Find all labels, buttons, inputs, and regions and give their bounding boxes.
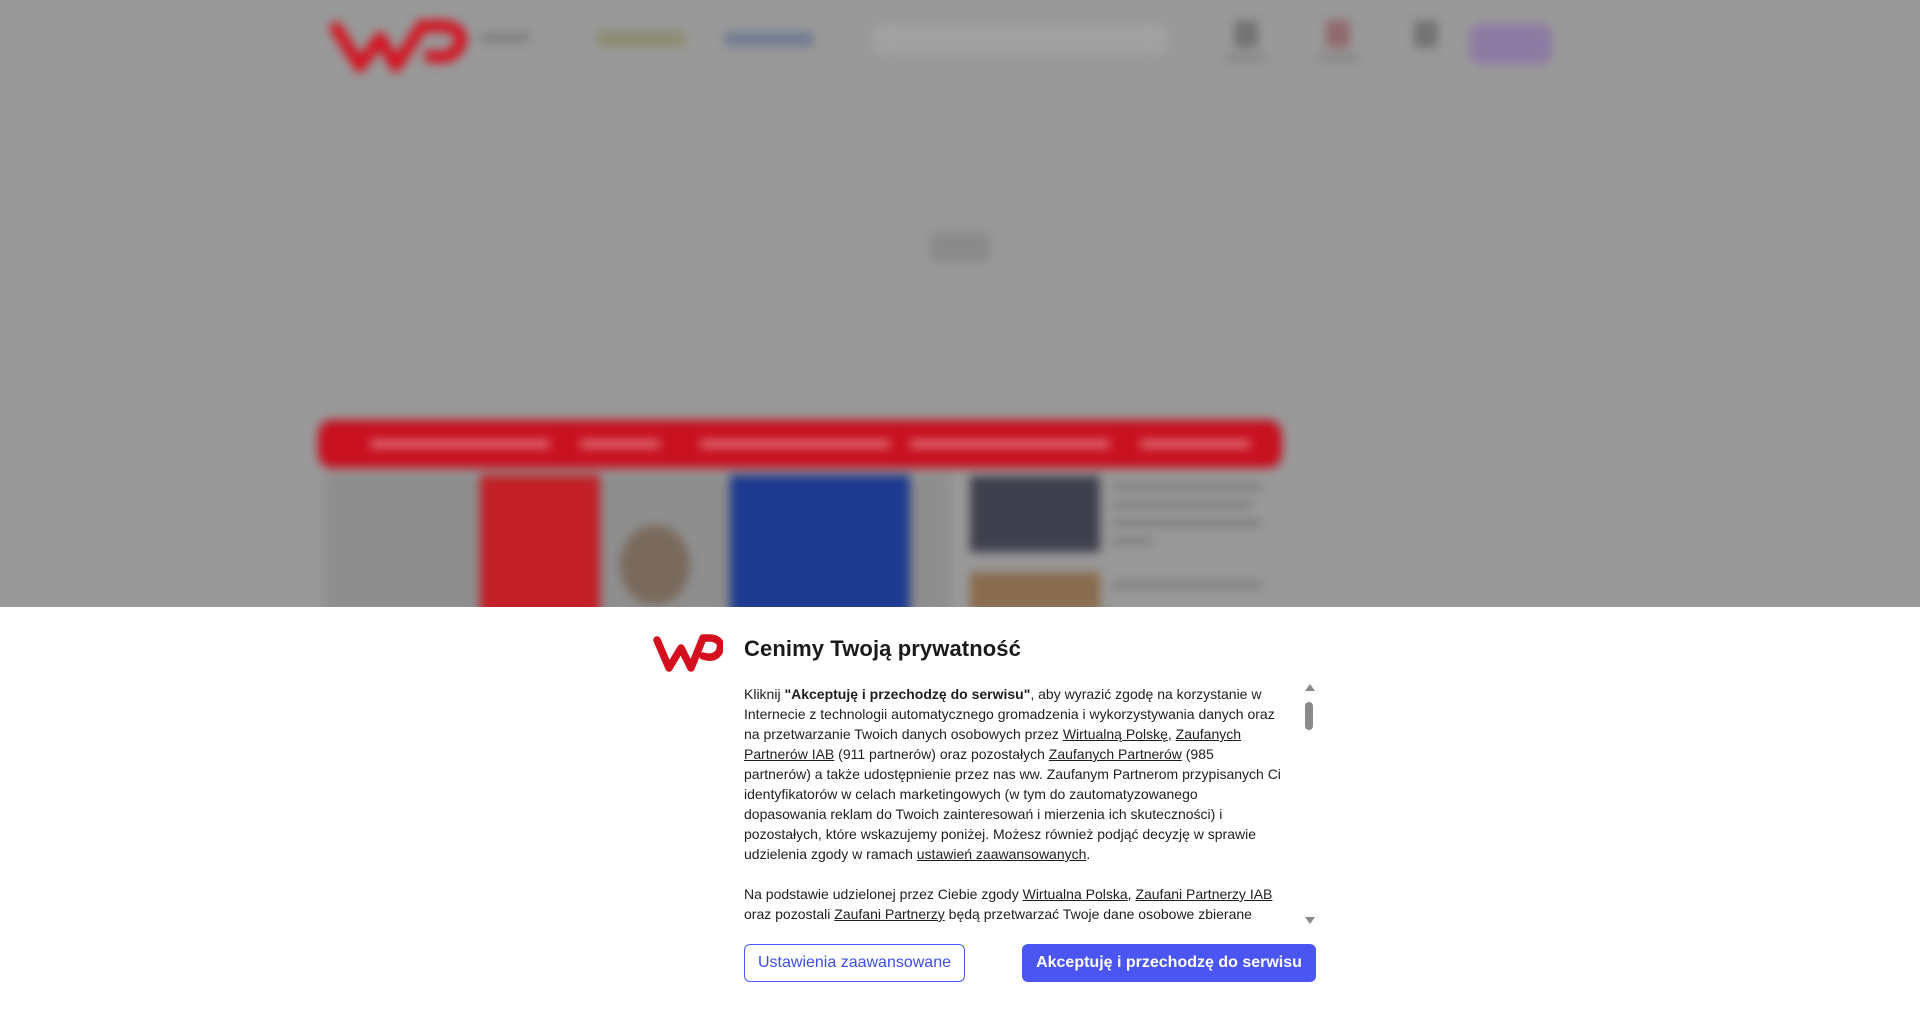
consent-title: Cenimy Twoją prywatność	[744, 636, 1021, 661]
text-fragment: będą przetwarzać Twoje dane osobowe zbie…	[944, 906, 1252, 922]
text-fragment: (985 partnerów) a także udostępnienie pr…	[744, 746, 1281, 862]
bg-news-line	[1112, 582, 1262, 588]
text-fragment: Na podstawie udzielonej przez Ciebie zgo…	[744, 886, 1023, 902]
text-fragment: (911 partnerów) oraz pozostałych	[834, 746, 1049, 762]
bg-ad-placeholder	[930, 232, 990, 262]
bg-nav-label	[1318, 56, 1358, 61]
link-wirtualna-polska-2[interactable]: Wirtualna Polska	[1023, 886, 1128, 902]
link-wirtualna-polska[interactable]: Wirtualną Polskę	[1063, 726, 1168, 742]
bg-hero-flag-eu	[730, 475, 910, 607]
bg-nav-icon-heart	[1326, 20, 1350, 48]
bg-currency-widget	[724, 32, 814, 46]
bg-news-line	[1112, 502, 1252, 508]
consent-text-scroll-area[interactable]: Kliknij "Akceptuję i przechodzę do serwi…	[744, 684, 1292, 924]
consent-text: Kliknij "Akceptuję i przechodzę do serwi…	[744, 684, 1284, 924]
accept-phrase-bold: "Akceptuję i przechodzę do serwisu"	[784, 686, 1031, 702]
link-advanced-settings[interactable]: ustawień zaawansowanych	[917, 846, 1087, 862]
background-page-blurred	[0, 0, 1920, 607]
background-wp-logo-icon	[330, 16, 470, 74]
consent-scrollbar[interactable]	[1302, 684, 1316, 924]
consent-paragraph-1: Kliknij "Akceptuję i przechodzę do serwi…	[744, 684, 1284, 864]
bg-news-thumb	[970, 572, 1100, 607]
accept-and-continue-button[interactable]: Akceptuję i przechodzę do serwisu	[1022, 944, 1316, 982]
bg-promo-button	[1470, 24, 1552, 64]
bg-nav-icon-mail	[1234, 20, 1258, 48]
bg-redbar-text	[1140, 440, 1250, 448]
bg-redbar-text	[910, 440, 1110, 448]
bg-nav-icon-user	[1414, 20, 1438, 48]
bg-hero-person	[620, 525, 690, 605]
text-fragment: .	[1086, 846, 1091, 862]
bg-news-line	[1112, 520, 1262, 526]
link-zaufani-partnerzy-2[interactable]: Zaufani Partnerzy	[834, 906, 945, 922]
link-zaufani-partnerzy[interactable]: Zaufanych Partnerów	[1049, 746, 1182, 762]
background-content	[0, 0, 1920, 607]
bg-news-thumb	[970, 476, 1100, 552]
text-fragment: ,	[1167, 726, 1176, 742]
bg-news-line	[1112, 538, 1152, 544]
bg-weather-widget	[596, 32, 686, 46]
bg-search-box	[870, 24, 1170, 54]
bg-redbar-text	[370, 440, 550, 448]
consent-paragraph-2: Na podstawie udzielonej przez Ciebie zgo…	[744, 884, 1284, 924]
text-fragment: Kliknij	[744, 686, 785, 702]
bg-nav-label	[1226, 56, 1266, 61]
advanced-settings-button[interactable]: Ustawienia zaawansowane	[744, 944, 965, 982]
bg-hero-flag-red	[480, 475, 600, 607]
wp-logo-icon	[653, 632, 725, 674]
scrollbar-thumb[interactable]	[1305, 702, 1313, 730]
link-zaufani-partnerzy-iab-2[interactable]: Zaufani Partnerzy IAB	[1135, 886, 1272, 902]
scroll-up-arrow-icon[interactable]	[1305, 684, 1315, 691]
bg-redbar-text	[580, 440, 660, 448]
text-fragment: oraz pozostali	[744, 906, 835, 922]
bg-redbar-text	[700, 440, 890, 448]
scroll-down-arrow-icon[interactable]	[1305, 917, 1315, 924]
bg-nav-text	[480, 34, 530, 42]
bg-news-line	[1112, 484, 1262, 490]
